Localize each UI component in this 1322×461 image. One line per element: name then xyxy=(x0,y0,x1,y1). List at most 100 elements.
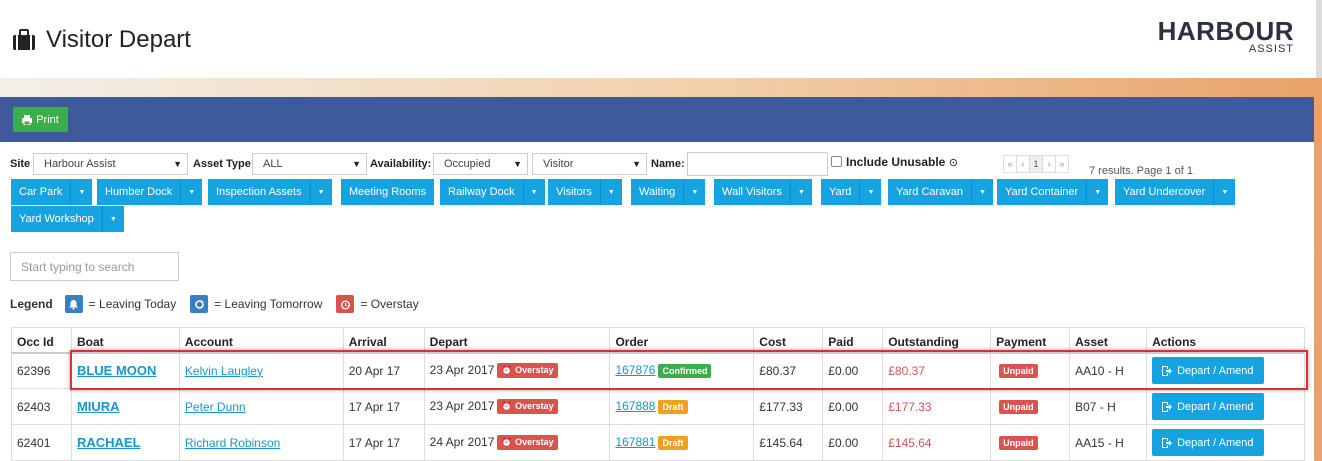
chip-label: Car Park xyxy=(19,186,63,198)
column-header[interactable]: Boat xyxy=(70,327,180,354)
results-count: 7 results. Page 1 of 1 xyxy=(1089,165,1193,177)
chip-label: Yard Caravan xyxy=(896,186,964,198)
depart-amend-label: Depart / Amend xyxy=(1177,364,1254,377)
column-header[interactable]: Occ Id xyxy=(11,327,72,354)
column-header[interactable]: Arrival xyxy=(342,327,425,354)
account-link[interactable]: Kelvin Laugley xyxy=(185,364,263,378)
column-header[interactable]: Order xyxy=(609,327,755,354)
order-cell: 167881 Draft xyxy=(609,424,755,461)
legend-item-leaving-today: = Leaving Today xyxy=(64,295,177,313)
occ-id-cell: 62403 xyxy=(11,388,72,425)
column-header[interactable]: Payment xyxy=(990,327,1071,354)
boat-link[interactable]: BLUE MOON xyxy=(77,363,156,378)
asset-group-railway-dock[interactable]: Railway Dock ▼ xyxy=(440,179,545,205)
asset-group-wall-visitors[interactable]: Wall Visitors ▼ xyxy=(714,179,812,205)
site-select[interactable]: Harbour Assist ▼ xyxy=(33,153,188,175)
first-page-button[interactable]: « xyxy=(1003,155,1017,173)
chip-label: Waiting xyxy=(639,186,676,198)
chip-label: Wall Visitors xyxy=(722,186,782,198)
asset-group-waiting[interactable]: Waiting ▼ xyxy=(631,179,706,205)
column-header[interactable]: Cost xyxy=(753,327,824,354)
caret-down-icon[interactable]: ▼ xyxy=(789,179,812,205)
caret-down-icon[interactable]: ▼ xyxy=(309,179,332,205)
asset-group-yard[interactable]: Yard ▼ xyxy=(821,179,882,205)
boat-link[interactable]: RACHAEL xyxy=(77,435,141,450)
order-link[interactable]: 167881 xyxy=(615,435,655,449)
account-link[interactable]: Richard Robinson xyxy=(185,436,280,450)
paid-cell: £0.00 xyxy=(822,352,884,389)
chevron-left-circle-icon: ⊙ xyxy=(948,157,958,169)
name-input[interactable] xyxy=(687,152,828,176)
content-panel: Print Site Harbour Assist ▼ Asset Type A… xyxy=(0,97,1314,461)
arrival-cell: 17 Apr 17 xyxy=(342,388,425,425)
column-header[interactable]: Paid xyxy=(822,327,884,354)
column-header[interactable]: Outstanding xyxy=(882,327,992,354)
asset-group-car-park[interactable]: Car Park ▼ xyxy=(11,179,93,205)
last-page-button[interactable]: » xyxy=(1055,155,1069,173)
next-page-button[interactable]: › xyxy=(1042,155,1056,173)
column-header[interactable]: Account xyxy=(178,327,344,354)
overstay-badge: ⏰ Overstay xyxy=(497,435,558,451)
visitor-type-select[interactable]: Visitor ▼ xyxy=(532,153,647,175)
caret-down-icon[interactable]: ▼ xyxy=(522,179,545,205)
payment-status-badge: Unpaid xyxy=(999,435,1038,450)
depart-date: 23 Apr 2017 xyxy=(429,363,495,378)
asset-type-select[interactable]: ALL ▼ xyxy=(252,153,367,175)
asset-cell: AA10 - H xyxy=(1069,352,1148,389)
caret-down-icon[interactable]: ▼ xyxy=(859,179,881,205)
briefcase-icon xyxy=(13,29,35,50)
asset-group-inspection-assets[interactable]: Inspection Assets ▼ xyxy=(208,179,332,205)
boat-link[interactable]: MIURA xyxy=(77,399,120,414)
bell-icon xyxy=(64,295,83,313)
arrival-cell: 20 Apr 17 xyxy=(342,352,425,389)
legend-label: = Leaving Tomorrow xyxy=(214,297,323,311)
column-header[interactable]: Depart xyxy=(423,327,611,354)
depart-amend-button[interactable]: Depart / Amend xyxy=(1152,357,1264,385)
print-button[interactable]: Print xyxy=(13,107,68,132)
caret-down-icon[interactable]: ▼ xyxy=(1086,179,1108,205)
toolbar: Print xyxy=(0,97,1314,142)
arrival-cell: 17 Apr 17 xyxy=(342,424,425,461)
chip-label: Meeting Rooms xyxy=(349,186,427,198)
search-input[interactable]: Start typing to search xyxy=(10,252,179,281)
legend-label: = Leaving Today xyxy=(88,297,177,311)
caret-down-icon[interactable]: ▼ xyxy=(683,179,705,205)
sign-out-icon xyxy=(1162,365,1173,376)
asset-group-visitors[interactable]: Visitors ▼ xyxy=(548,179,622,205)
order-status-badge: Draft xyxy=(658,435,688,450)
column-header[interactable]: Asset xyxy=(1069,327,1148,354)
outstanding-cell: £177.33 xyxy=(882,388,992,425)
availability-value: Occupied xyxy=(444,158,491,170)
caret-down-icon[interactable]: ▼ xyxy=(1213,179,1235,205)
include-unusable-label: Include Unusable ⊙ xyxy=(846,155,958,169)
asset-group-yard-undercover[interactable]: Yard Undercover ▼ xyxy=(1115,179,1236,205)
chip-label: Yard Workshop xyxy=(19,213,94,225)
asset-group-yard-container[interactable]: Yard Container ▼ xyxy=(997,179,1109,205)
page-1-button[interactable]: 1 xyxy=(1029,155,1043,173)
asset-group-yard-workshop[interactable]: Yard Workshop ▼ xyxy=(11,206,124,232)
include-unusable-checkbox[interactable] xyxy=(831,156,842,167)
refresh-icon xyxy=(190,295,209,313)
asset-group-yard-caravan[interactable]: Yard Caravan ▼ xyxy=(888,179,994,205)
table-row: 62403 MIURA Peter Dunn 17 Apr 17 23 Apr … xyxy=(11,388,1305,425)
payment-status-badge: Unpaid xyxy=(999,399,1038,414)
depart-amend-button[interactable]: Depart / Amend xyxy=(1152,393,1264,420)
pagination: « ‹ 1 › » xyxy=(1003,155,1069,173)
asset-group-meeting-rooms[interactable]: Meeting Rooms xyxy=(341,179,435,205)
depart-amend-button[interactable]: Depart / Amend xyxy=(1152,429,1264,456)
depart-cell: 23 Apr 2017 ⏰ Overstay xyxy=(423,388,611,425)
order-link[interactable]: 167876 xyxy=(615,363,655,377)
asset-group-humber-dock[interactable]: Humber Dock ▼ xyxy=(97,179,203,205)
account-link[interactable]: Peter Dunn xyxy=(185,400,246,414)
caret-down-icon[interactable]: ▼ xyxy=(180,179,202,205)
prev-page-button[interactable]: ‹ xyxy=(1016,155,1030,173)
caret-down-icon[interactable]: ▼ xyxy=(101,206,124,232)
order-status-badge: Confirmed xyxy=(658,364,712,379)
order-link[interactable]: 167888 xyxy=(615,399,655,413)
caret-down-icon[interactable]: ▼ xyxy=(70,179,92,205)
availability-label: Availability: xyxy=(370,158,432,170)
availability-select[interactable]: Occupied ▼ xyxy=(433,153,528,175)
caret-down-icon[interactable]: ▼ xyxy=(599,179,622,205)
caret-down-icon[interactable]: ▼ xyxy=(971,179,993,205)
order-cell: 167888 Draft xyxy=(609,388,755,425)
